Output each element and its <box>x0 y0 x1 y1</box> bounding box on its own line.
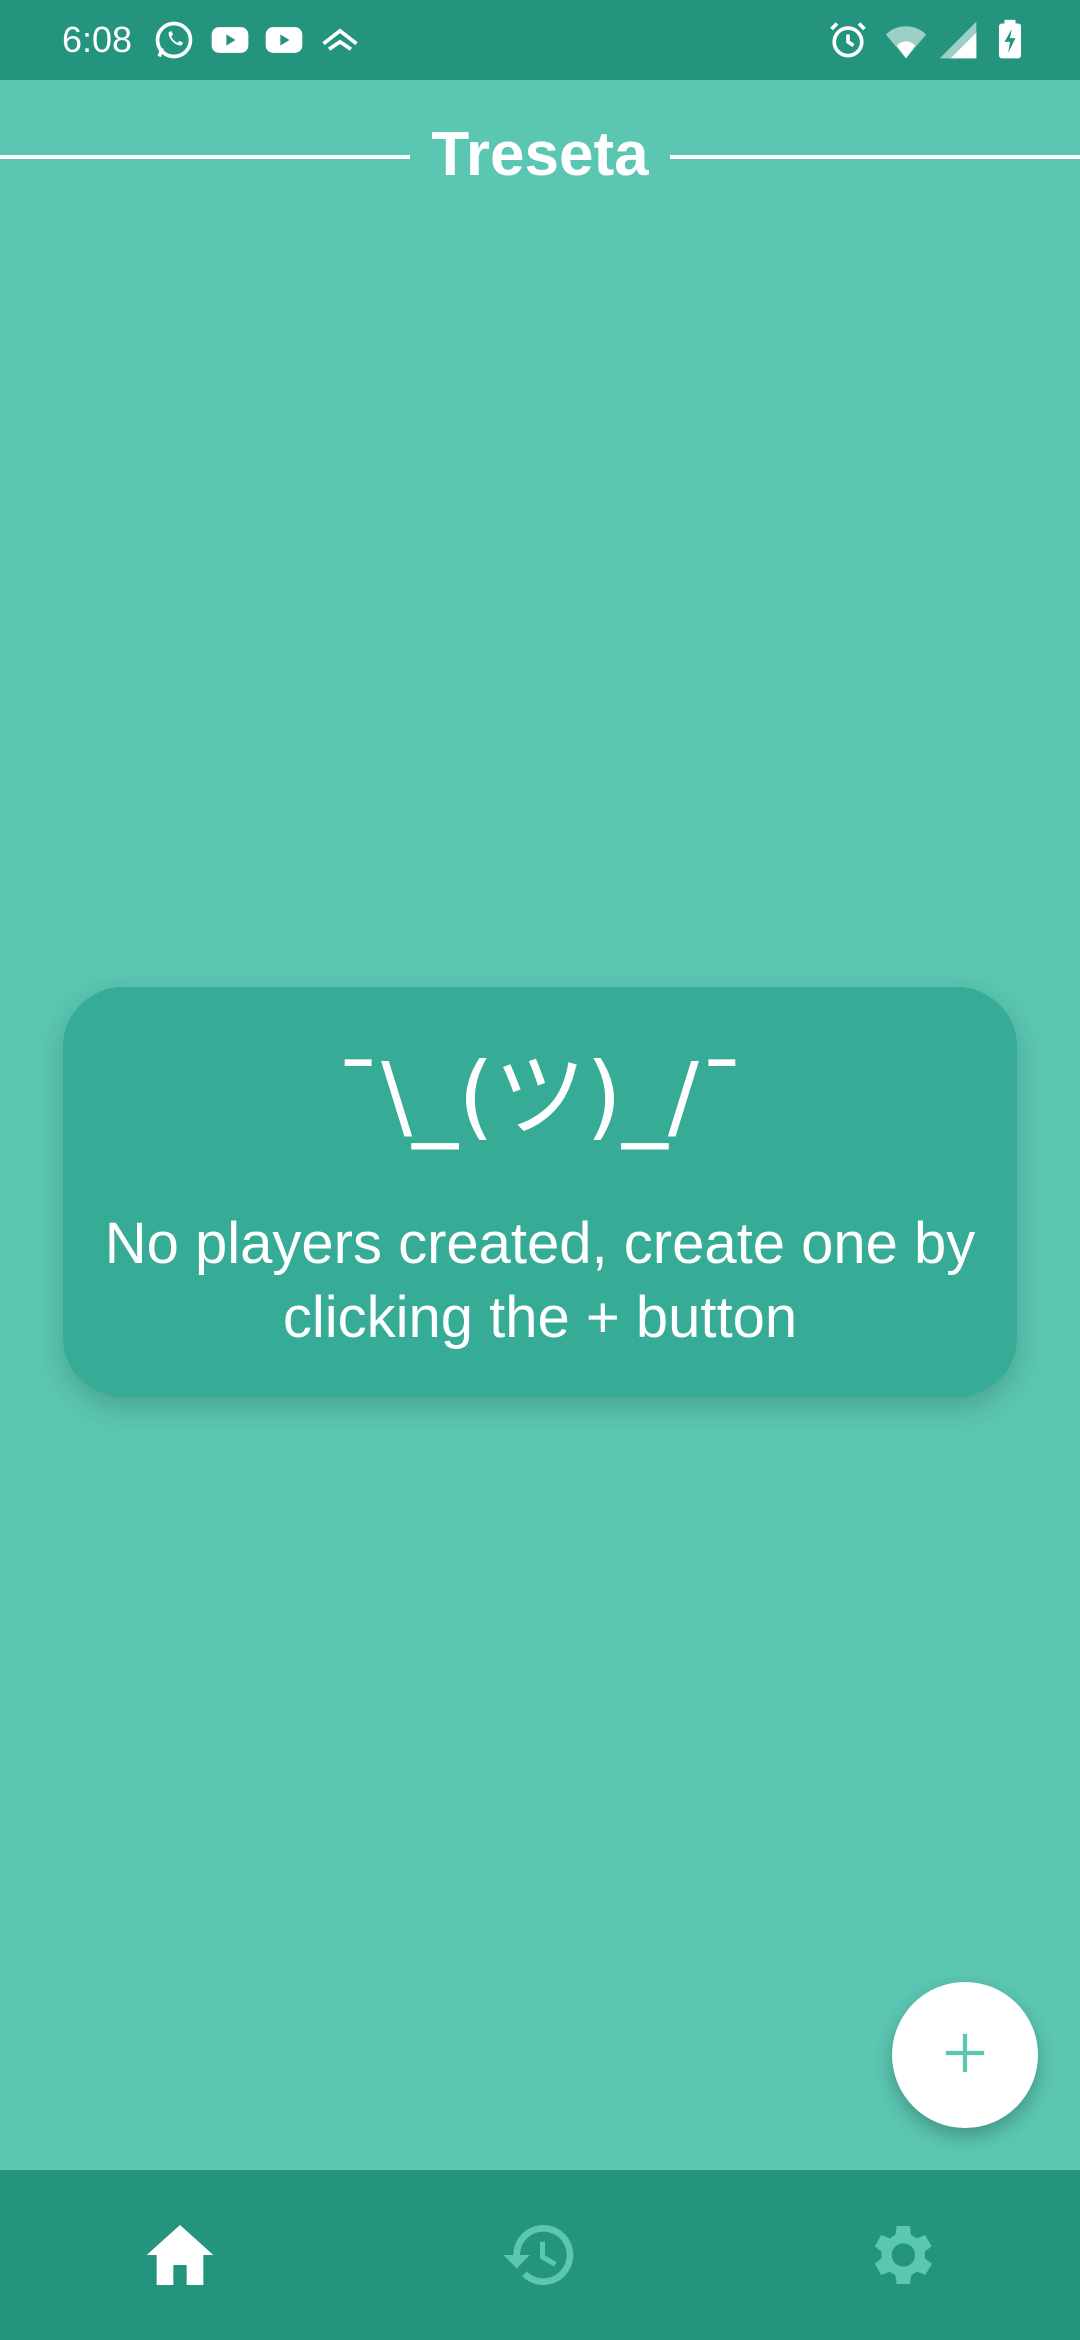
empty-state-message: No players created, create one by clicki… <box>104 1211 976 1350</box>
bottom-navigation <box>0 2170 1080 2340</box>
app-notification-icon <box>318 18 362 62</box>
shrug-emoticon: ¯\_(ツ)_/¯ <box>335 1043 745 1150</box>
battery-charging-icon <box>988 18 1032 62</box>
alarm-icon <box>826 18 870 62</box>
youtube-icon <box>208 18 252 62</box>
youtube-icon <box>262 18 306 62</box>
signal-icon <box>936 18 980 62</box>
gear-icon <box>860 2215 940 2295</box>
app-header: Treseta <box>0 80 1080 230</box>
empty-state-card: ¯\_(ツ)_/¯ No players created, create one… <box>63 987 1017 1397</box>
plus-icon <box>942 2030 988 2081</box>
header-divider-right <box>670 155 1080 159</box>
header-divider-left <box>0 155 410 159</box>
home-icon <box>140 2215 220 2295</box>
wifi-icon <box>884 18 928 62</box>
add-player-button[interactable] <box>892 1982 1038 2128</box>
status-time: 6:08 <box>62 19 133 60</box>
nav-history[interactable] <box>360 2170 720 2340</box>
page-title: Treseta <box>431 120 649 189</box>
nav-home[interactable] <box>0 2170 360 2340</box>
status-bar: 6:08 <box>0 0 1080 80</box>
history-icon <box>500 2215 580 2295</box>
nav-settings[interactable] <box>720 2170 1080 2340</box>
whatsapp-icon <box>152 18 196 62</box>
